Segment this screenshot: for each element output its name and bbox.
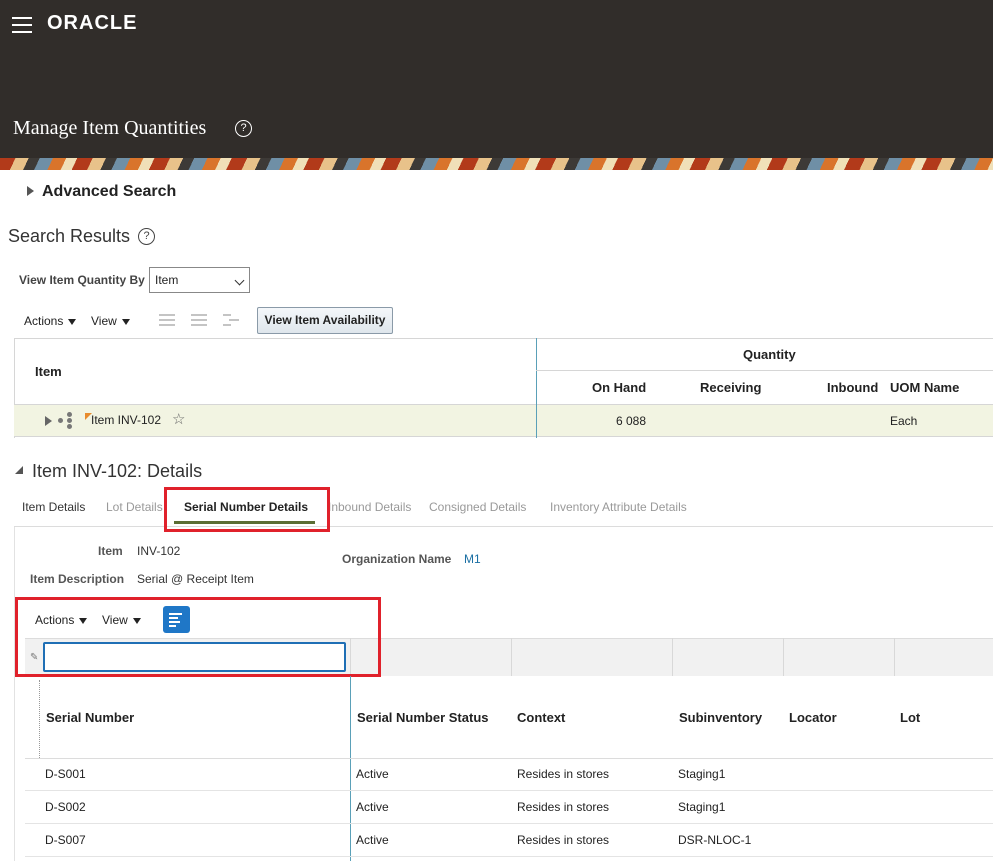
advanced-search-toggle[interactable]: Advanced Search (42, 183, 176, 201)
tab-lot-details[interactable]: Lot Details (106, 500, 163, 514)
page-title: Manage Item Quantities (13, 117, 207, 139)
column-separator (783, 638, 784, 676)
help-icon[interactable]: ? (138, 228, 155, 245)
oracle-logo: ORACLE (47, 12, 138, 34)
column-header-serial-number[interactable]: Serial Number (46, 710, 134, 725)
column-header-subinventory[interactable]: Subinventory (679, 710, 762, 725)
row-divider (25, 823, 993, 824)
edit-pencil-icon: ✎ (30, 652, 39, 663)
serial-number-filter-input[interactable] (43, 642, 346, 672)
frozen-column-separator (536, 404, 537, 438)
row-divider (25, 856, 993, 857)
caret-down-icon (121, 318, 130, 325)
column-separator (350, 638, 351, 676)
menu-icon[interactable] (12, 17, 32, 33)
context-cell: Resides in stores (517, 767, 610, 781)
active-tab-indicator (174, 521, 315, 524)
panel-border (14, 527, 15, 861)
column-separator (511, 638, 512, 676)
frozen-column-separator (350, 676, 351, 861)
view-label: View (91, 314, 117, 328)
caret-down-icon (68, 318, 77, 325)
group-header-divider (536, 370, 993, 371)
column-header-on-hand[interactable]: On Hand (592, 380, 646, 395)
view-by-label: View Item Quantity By (19, 273, 145, 287)
serial-number-cell[interactable]: D-S007 (45, 833, 86, 847)
tab-divider (14, 526, 993, 527)
serial-number-cell[interactable]: D-S001 (45, 767, 86, 781)
expand-row-icon[interactable] (45, 416, 52, 426)
column-header-serial-number-status[interactable]: Serial Number Status (357, 710, 489, 725)
uom-cell: Each (890, 414, 918, 428)
table-border (14, 338, 993, 339)
view-label: View (102, 613, 128, 627)
row-header-border (39, 680, 41, 758)
tab-inventory-attribute-details[interactable]: Inventory Attribute Details (550, 500, 687, 514)
subinventory-cell: Staging1 (678, 767, 726, 781)
help-icon[interactable]: ? (235, 120, 252, 137)
column-separator (672, 638, 673, 676)
favorite-star-icon[interactable]: ☆ (172, 410, 185, 428)
context-cell: Resides in stores (517, 833, 610, 847)
column-separator (894, 638, 895, 676)
row-divider (25, 790, 993, 791)
item-structure-icon (58, 412, 76, 429)
filter-icon[interactable] (163, 606, 190, 633)
status-cell: Active (356, 800, 389, 814)
tab-item-details[interactable]: Item Details (22, 500, 85, 514)
column-header-lot[interactable]: Lot (900, 710, 920, 725)
view-item-availability-button[interactable]: View Item Availability (257, 307, 393, 334)
column-group-quantity: Quantity (743, 347, 796, 362)
collapse-all-icon[interactable] (191, 314, 207, 328)
actions-menu[interactable]: Actions (24, 314, 77, 328)
table-header-divider (25, 758, 993, 759)
view-by-value: Item (155, 273, 179, 287)
serial-number-cell[interactable]: D-S002 (45, 800, 86, 814)
actions-menu[interactable]: Actions (35, 613, 88, 627)
tab-consigned-details[interactable]: Consigned Details (429, 500, 526, 514)
on-hand-cell: 6 088 (616, 414, 647, 428)
organization-name-label: Organization Name (342, 552, 452, 566)
caret-down-icon (79, 617, 88, 624)
expand-all-icon[interactable] (159, 314, 175, 328)
view-by-select[interactable]: Item (149, 267, 250, 293)
view-menu[interactable]: View (91, 314, 130, 328)
collapse-icon[interactable] (15, 466, 23, 474)
status-cell: Active (356, 833, 389, 847)
search-results-title: Search Results (8, 226, 131, 246)
column-header-receiving[interactable]: Receiving (700, 380, 761, 395)
actions-label: Actions (35, 613, 75, 627)
column-header-inbound[interactable]: Inbound (827, 380, 878, 395)
context-cell: Resides in stores (517, 800, 610, 814)
details-title: Item INV-102: Details (32, 461, 203, 481)
column-header-context[interactable]: Context (517, 710, 565, 725)
hierarchy-icon[interactable] (223, 314, 239, 328)
status-cell: Active (356, 767, 389, 781)
subinventory-cell: Staging1 (678, 800, 726, 814)
tab-inbound-details[interactable]: Inbound Details (328, 500, 411, 514)
column-header-uom-name[interactable]: UOM Name (890, 380, 959, 395)
item-description-label: Item Description (30, 572, 125, 586)
subinventory-cell: DSR-NLOC-1 (678, 833, 752, 847)
item-description-value: Serial @ Receipt Item (137, 572, 254, 586)
view-menu[interactable]: View (102, 613, 141, 627)
column-header-item[interactable]: Item (35, 364, 62, 379)
item-label: Item (98, 544, 123, 558)
item-name-cell[interactable]: Item INV-102 (91, 413, 161, 427)
column-header-locator[interactable]: Locator (789, 710, 837, 725)
organization-name-link[interactable]: M1 (464, 552, 481, 566)
decorative-banner (0, 158, 993, 170)
expand-icon[interactable] (27, 186, 34, 196)
actions-label: Actions (24, 314, 64, 328)
chevron-down-icon (234, 275, 245, 286)
caret-down-icon (132, 617, 141, 624)
item-value: INV-102 (137, 544, 181, 558)
tab-serial-number-details[interactable]: Serial Number Details (184, 500, 308, 514)
